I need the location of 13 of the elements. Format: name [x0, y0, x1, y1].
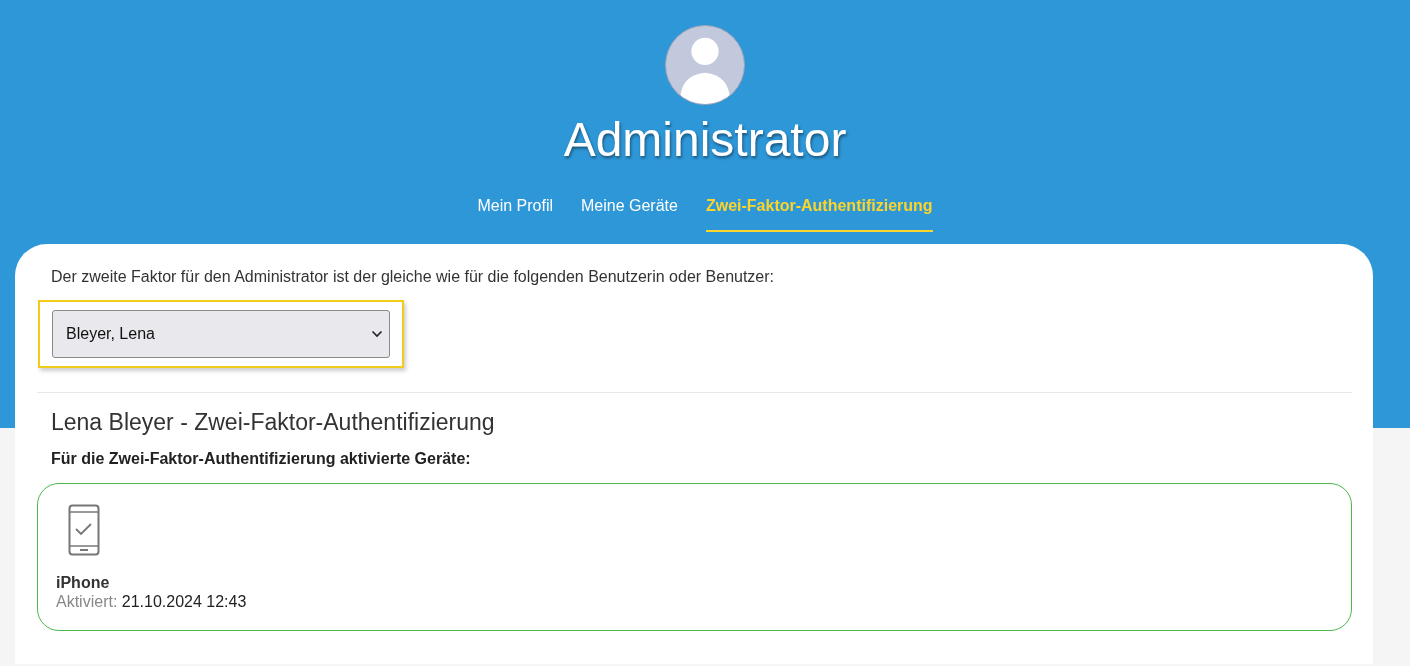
devices-label: Für die Zwei-Faktor-Authentifizierung aktivierte Geräte: — [51, 450, 472, 468]
section-title: Lena Bleyer - Zwei-Faktor-Authentifizierung — [51, 409, 496, 436]
page-title: Administrator — [563, 112, 847, 168]
intro-text: Der zweite Faktor für den Administrator ist der gleiche wie für die folgenden Benutzerin oder Benutzer: — [51, 268, 776, 286]
nav-tab[interactable]: Meine Geräte — [581, 191, 678, 232]
caret-icon — [371, 330, 383, 338]
user-select[interactable]: Bleyer, Lena — [52, 310, 390, 358]
activated-label: Aktiviert: — [56, 593, 118, 610]
nav-tab[interactable]: Zwei-Faktor-Authentifizierung — [705, 191, 933, 232]
phone-check-icon — [68, 504, 100, 556]
device-name: iPhone — [56, 574, 111, 592]
nav-tab[interactable]: Mein Profil — [477, 191, 553, 232]
activated-date: 21.10.2024 12:43 — [121, 593, 247, 610]
